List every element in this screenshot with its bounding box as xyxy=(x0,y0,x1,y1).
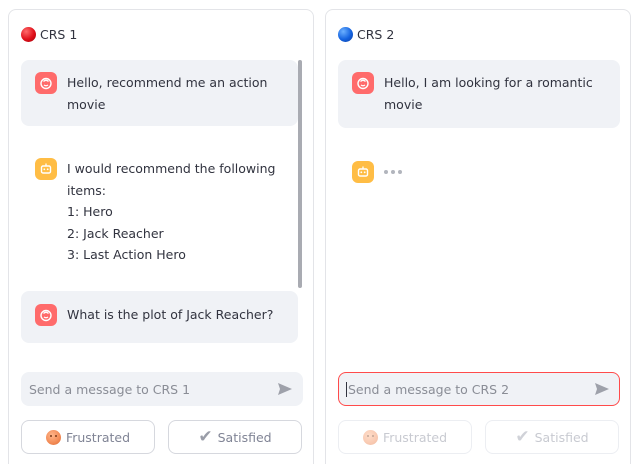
blue-circle-icon xyxy=(338,26,353,42)
panel-header: CRS 2 xyxy=(338,24,394,44)
satisfied-button-label: Satisfied xyxy=(217,429,272,445)
frustrated-button-label: Frustrated xyxy=(65,429,131,445)
send-icon[interactable] xyxy=(276,380,294,398)
send-icon[interactable] xyxy=(593,380,611,398)
user-face-icon xyxy=(35,72,57,94)
chat-input-placeholder[interactable]: Send a message to CRS 1 xyxy=(29,382,276,397)
robot-icon xyxy=(352,161,374,183)
message-text: Hello, I am looking for a romantic movie xyxy=(384,75,593,112)
user-message: Hello, recommend me an action movie xyxy=(21,60,298,126)
user-message: Hello, I am looking for a romantic movie xyxy=(338,60,620,128)
satisfied-button[interactable]: ✔ Satisfied xyxy=(168,420,302,454)
checkmark-icon: ✔ xyxy=(198,426,213,447)
bot-message xyxy=(338,149,615,197)
robot-icon xyxy=(35,158,57,180)
chat-scrollbar[interactable] xyxy=(298,60,302,288)
bot-message: I would recommend the following items: 1… xyxy=(21,146,298,278)
chat-input-placeholder[interactable]: Send a message to CRS 2 xyxy=(346,381,593,397)
frustrated-face-icon xyxy=(45,429,61,445)
message-text: Hello, recommend me an action movie xyxy=(67,75,268,112)
crs-2-panel: CRS 2 Hello, I am looking for a romantic… xyxy=(325,9,631,464)
chat-input[interactable]: Send a message to CRS 2 xyxy=(338,372,620,406)
panel-title: CRS 1 xyxy=(40,26,78,42)
satisfied-button-label: Satisfied xyxy=(534,429,589,445)
panel-header: CRS 1 xyxy=(21,24,77,44)
user-face-icon xyxy=(35,304,57,326)
message-text: What is the plot of Jack Reacher? xyxy=(67,307,274,322)
satisfied-button[interactable]: ✔ Satisfied xyxy=(485,420,619,454)
red-circle-icon xyxy=(21,26,36,42)
crs-1-panel: CRS 1 Hello, recommend me an action movi… xyxy=(8,9,314,464)
message-text: I would recommend the following items: 1… xyxy=(67,161,276,262)
user-face-icon xyxy=(352,72,374,94)
frustrated-face-icon xyxy=(362,429,378,445)
typing-indicator xyxy=(384,161,402,183)
frustrated-button-label: Frustrated xyxy=(382,429,448,445)
chat-input[interactable]: Send a message to CRS 1 xyxy=(21,372,303,406)
frustrated-button[interactable]: Frustrated xyxy=(21,420,155,454)
user-message: What is the plot of Jack Reacher? xyxy=(21,291,298,343)
checkmark-icon: ✔ xyxy=(515,426,530,447)
frustrated-button[interactable]: Frustrated xyxy=(338,420,472,454)
panel-title: CRS 2 xyxy=(357,26,395,42)
